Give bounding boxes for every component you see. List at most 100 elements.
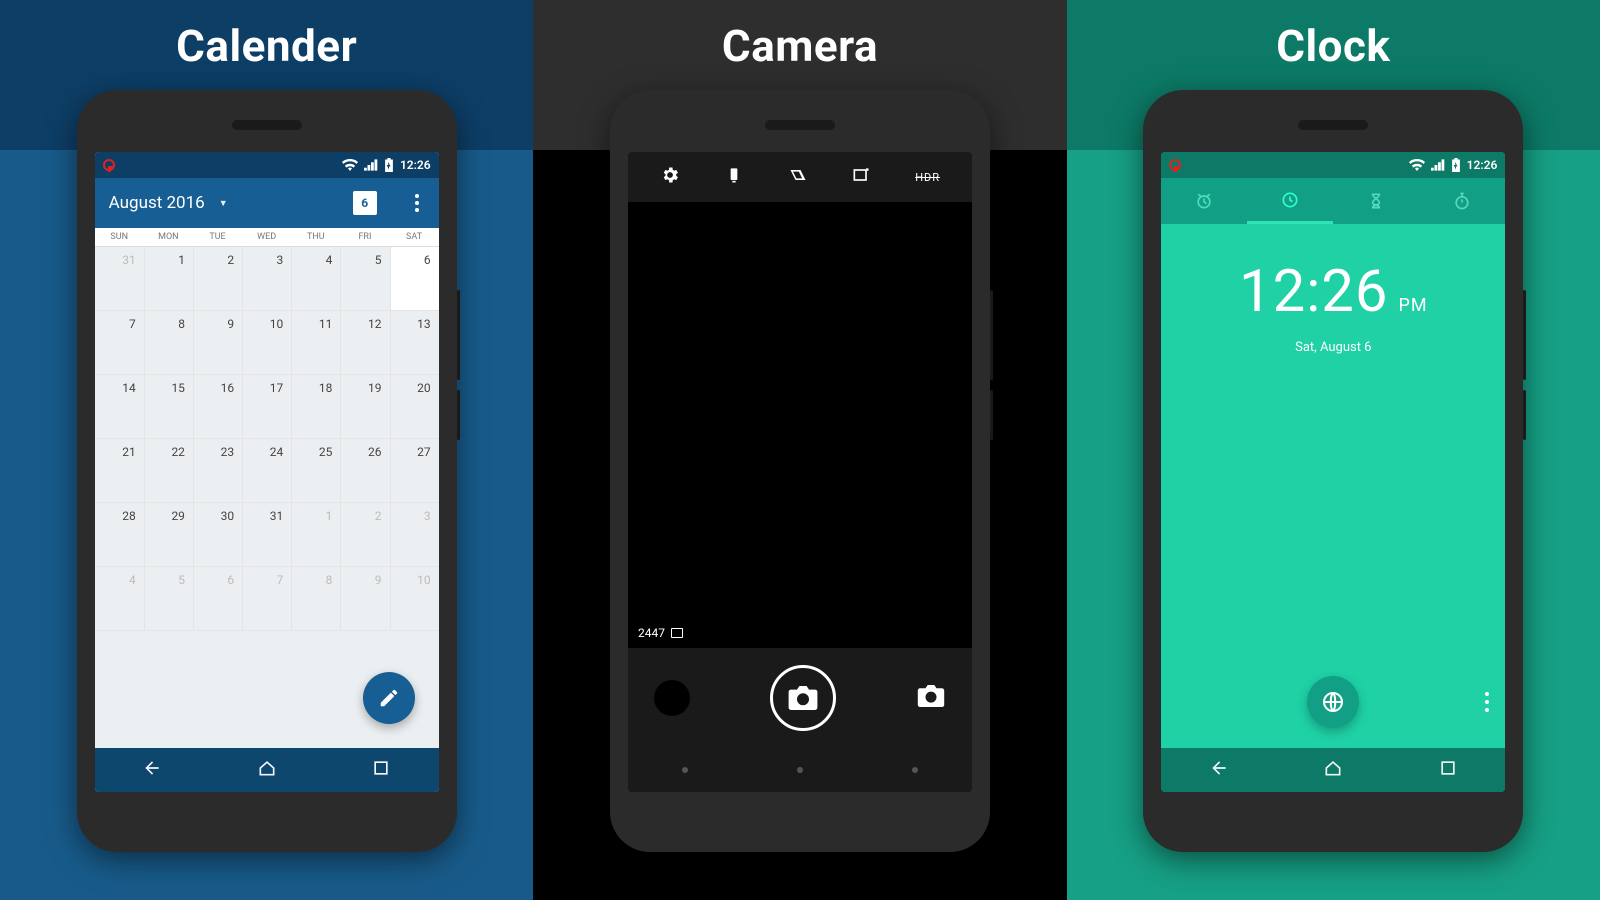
calendar-day-cell[interactable]: 22: [144, 439, 193, 503]
calendar-screen: 12:26 August 2016 ▼ 6 SUNMONTUEWEDTHUFRI…: [95, 152, 439, 792]
calendar-day-cell[interactable]: 19: [340, 375, 389, 439]
calendar-day-cell[interactable]: 7: [242, 567, 291, 631]
calendar-day-cell[interactable]: 4: [291, 247, 340, 311]
home-button[interactable]: [257, 758, 277, 782]
status-time: 12:26: [400, 158, 431, 172]
tab-alarm[interactable]: [1161, 178, 1247, 224]
clock-screen: 12:26 12:26PM Sat, August 6: [1161, 152, 1505, 792]
panel-camera: Camera HDR 2447: [533, 0, 1066, 900]
battery-icon: [384, 158, 394, 172]
tab-timer[interactable]: [1333, 178, 1419, 224]
calendar-day-cell[interactable]: 25: [291, 439, 340, 503]
tab-stopwatch[interactable]: [1419, 178, 1505, 224]
calendar-day-cell[interactable]: 5: [144, 567, 193, 631]
calendar-day-cell[interactable]: 10: [390, 567, 439, 631]
calendar-day-cell[interactable]: 15: [144, 375, 193, 439]
calendar-day-cell[interactable]: 24: [242, 439, 291, 503]
globe-icon: [1321, 690, 1345, 714]
calendar-day-cell[interactable]: 5: [340, 247, 389, 311]
nav-bar: [628, 748, 972, 792]
signal-icon: [1431, 159, 1445, 171]
dow-header: THU: [291, 228, 340, 247]
compose-fab[interactable]: [363, 672, 415, 724]
panel-calendar: Calender 12:26 August 2016 ▼ 6: [0, 0, 533, 900]
beats-icon: [1169, 159, 1181, 171]
calendar-day-cell[interactable]: 3: [242, 247, 291, 311]
calendar-day-cell[interactable]: 8: [144, 311, 193, 375]
calendar-day-cell[interactable]: 29: [144, 503, 193, 567]
phone-frame: 12:26 12:26PM Sat, August 6: [1143, 90, 1523, 852]
aspect-button[interactable]: [851, 165, 871, 189]
shutter-button[interactable]: [770, 665, 836, 731]
phone-frame: 12:26 August 2016 ▼ 6 SUNMONTUEWEDTHUFRI…: [77, 90, 457, 852]
today-button[interactable]: 6: [353, 191, 377, 215]
clock-time: 12:26PM: [1239, 258, 1428, 326]
calendar-day-cell[interactable]: 14: [95, 375, 144, 439]
calendar-day-cell[interactable]: 11: [291, 311, 340, 375]
calendar-day-cell[interactable]: 20: [390, 375, 439, 439]
calendar-day-cell[interactable]: 31: [242, 503, 291, 567]
battery-icon: [1451, 158, 1461, 172]
status-bar: 12:26: [95, 152, 439, 178]
home-button[interactable]: [797, 767, 803, 773]
calendar-day-cell[interactable]: 30: [193, 503, 242, 567]
filter-button[interactable]: [788, 165, 808, 189]
world-clock-fab[interactable]: [1307, 676, 1359, 728]
back-button[interactable]: [682, 767, 688, 773]
calendar-day-cell[interactable]: 31: [95, 247, 144, 311]
calendar-day-cell[interactable]: 6: [390, 247, 439, 311]
calendar-day-cell[interactable]: 18: [291, 375, 340, 439]
calendar-day-cell[interactable]: 28: [95, 503, 144, 567]
dropdown-icon[interactable]: ▼: [219, 198, 228, 209]
panel-title-calendar: Calender: [176, 20, 357, 72]
calendar-day-cell[interactable]: 8: [291, 567, 340, 631]
calendar-day-cell[interactable]: 26: [340, 439, 389, 503]
overflow-menu-icon[interactable]: [1485, 692, 1489, 712]
calendar-day-cell[interactable]: 10: [242, 311, 291, 375]
shots-remaining: 2447: [638, 626, 683, 640]
back-button[interactable]: [142, 758, 162, 782]
home-button[interactable]: [1323, 758, 1343, 782]
calendar-day-cell[interactable]: 2: [193, 247, 242, 311]
tab-clock[interactable]: [1247, 178, 1333, 224]
viewfinder[interactable]: 2447: [628, 202, 972, 648]
recents-button[interactable]: [371, 758, 391, 782]
switch-camera-button[interactable]: [916, 685, 946, 711]
calendar-day-cell[interactable]: 17: [242, 375, 291, 439]
recents-button[interactable]: [1438, 758, 1458, 782]
calendar-day-cell[interactable]: 23: [193, 439, 242, 503]
calendar-day-cell[interactable]: 12: [340, 311, 389, 375]
calendar-day-cell[interactable]: 1: [291, 503, 340, 567]
recents-button[interactable]: [912, 767, 918, 773]
calendar-day-cell[interactable]: 16: [193, 375, 242, 439]
settings-button[interactable]: [660, 165, 680, 189]
camera-icon: [916, 685, 946, 707]
calendar-day-cell[interactable]: 9: [340, 567, 389, 631]
hdr-toggle[interactable]: HDR: [915, 171, 940, 184]
calendar-day-cell[interactable]: 2: [340, 503, 389, 567]
calendar-day-cell[interactable]: 9: [193, 311, 242, 375]
phone-frame: HDR 2447: [610, 90, 990, 852]
flash-button[interactable]: [724, 165, 744, 189]
compose-icon: [378, 687, 400, 709]
dow-header: TUE: [193, 228, 242, 247]
clock-body: 12:26PM Sat, August 6: [1161, 224, 1505, 748]
calendar-day-cell[interactable]: 6: [193, 567, 242, 631]
dow-header: MON: [144, 228, 193, 247]
clock-date: Sat, August 6: [1295, 340, 1371, 355]
calendar-day-cell[interactable]: 3: [390, 503, 439, 567]
calendar-day-cell[interactable]: 27: [390, 439, 439, 503]
month-picker[interactable]: August 2016: [109, 193, 205, 213]
calendar-day-cell[interactable]: 1: [144, 247, 193, 311]
overflow-menu-icon[interactable]: [409, 194, 425, 212]
calendar-day-cell[interactable]: 7: [95, 311, 144, 375]
calendar-header: August 2016 ▼ 6: [95, 178, 439, 228]
back-button[interactable]: [1209, 758, 1229, 782]
dow-header: FRI: [340, 228, 389, 247]
gallery-thumbnail[interactable]: [654, 680, 690, 716]
panel-clock: Clock 12:26 12:26PM: [1067, 0, 1600, 900]
calendar-day-cell[interactable]: 21: [95, 439, 144, 503]
calendar-day-cell[interactable]: 13: [390, 311, 439, 375]
calendar-day-cell[interactable]: 4: [95, 567, 144, 631]
clock-tabs: [1161, 178, 1505, 224]
